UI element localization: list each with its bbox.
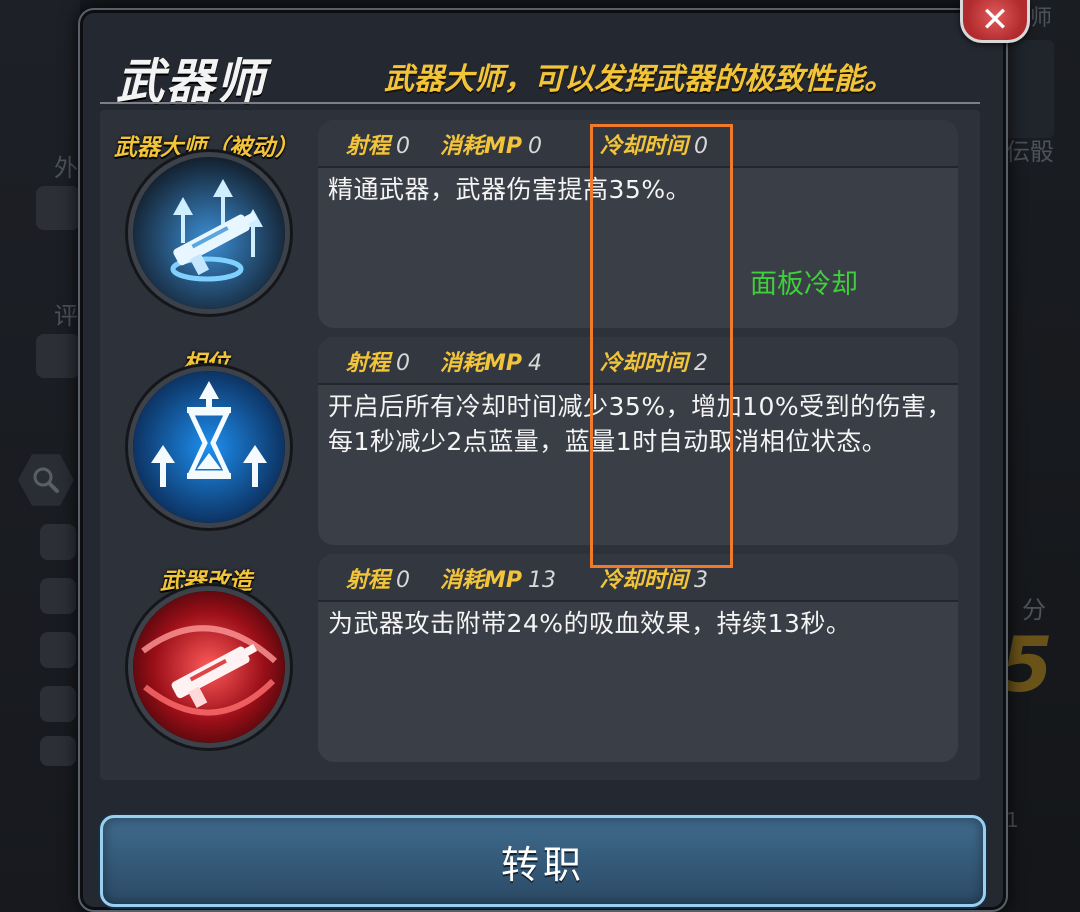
background-right-text-2: 伝骰 xyxy=(1006,138,1054,166)
annotation-label: 面板冷却 xyxy=(750,269,858,300)
stat-range: 射程 0 xyxy=(346,351,411,376)
stat-range: 射程 0 xyxy=(346,568,411,593)
change-job-label: 转职 xyxy=(500,842,585,887)
dialog-subtitle: 武器大师，可以发挥武器的极致性能。 xyxy=(384,62,894,97)
change-job-button[interactable]: 转职 xyxy=(100,815,986,907)
close-button[interactable]: ✕ xyxy=(960,0,1030,43)
skill-card-weapon-modify: 射程 0 消耗MP 13 冷却时间 3 为武器攻击附带24%的吸血效果，持续13秒。 xyxy=(318,554,958,762)
search-icon xyxy=(33,467,59,493)
close-icon: ✕ xyxy=(980,0,1010,40)
weapon-modify-art xyxy=(133,591,285,743)
background-right-text-1: 师 xyxy=(1030,6,1053,31)
weapon-master-icon[interactable] xyxy=(128,152,290,314)
background-tile xyxy=(1000,40,1054,138)
title-divider xyxy=(100,102,980,104)
stat-mp: 消耗MP 4 xyxy=(440,351,543,376)
phase-art xyxy=(133,371,285,523)
cooldown-highlight-box xyxy=(590,124,733,568)
weapon-modify-icon[interactable] xyxy=(128,586,290,748)
stat-range: 射程 0 xyxy=(346,134,411,159)
stat-mp: 消耗MP 13 xyxy=(440,568,557,593)
background-shirt-icon xyxy=(36,186,80,230)
background-brain-icon xyxy=(40,686,76,722)
stat-mp: 消耗MP 0 xyxy=(440,134,543,159)
weapon-master-art xyxy=(133,157,285,309)
background-chat-icon xyxy=(36,334,80,378)
background-arrow-icon xyxy=(40,736,76,766)
skill-description: 为武器攻击附带24%的吸血效果，持续13秒。 xyxy=(328,609,852,638)
background-fist-icon xyxy=(40,578,76,614)
background-cross-icon xyxy=(40,524,76,560)
hourglass-phase-icon[interactable] xyxy=(128,366,290,528)
background-text-2: 评 xyxy=(54,302,78,330)
background-text-1: 外 xyxy=(54,154,78,182)
background-tool-icon xyxy=(40,632,76,668)
